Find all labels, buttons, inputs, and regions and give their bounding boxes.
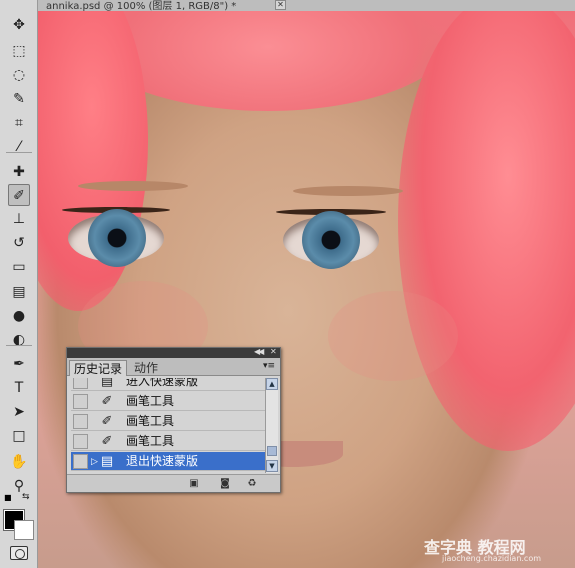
eyebrow bbox=[293, 186, 403, 196]
lasso-tool-icon[interactable]: ◌ bbox=[8, 64, 30, 86]
clone-stamp-tool-icon[interactable]: ⊥ bbox=[8, 208, 30, 230]
close-document-button[interactable]: ✕ bbox=[275, 0, 286, 10]
history-state-row[interactable]: ✐ 画笔工具 bbox=[71, 392, 265, 411]
move-tool-icon[interactable]: ✥ bbox=[8, 14, 30, 36]
new-document-from-state-icon[interactable]: ▣ bbox=[187, 477, 201, 490]
history-scrollbar[interactable]: ▲ ▼ bbox=[265, 378, 278, 473]
iris-right bbox=[302, 211, 360, 269]
close-panel-icon[interactable]: ✕ bbox=[270, 347, 277, 356]
eyebrow bbox=[78, 181, 188, 191]
quick-selection-tool-icon[interactable]: ✎ bbox=[8, 88, 30, 110]
healing-brush-tool-icon[interactable]: ✚ bbox=[8, 161, 30, 183]
panel-tabs: 历史记录 动作 ▾≡ bbox=[67, 358, 280, 376]
history-state-row[interactable]: ✐ 画笔工具 bbox=[71, 432, 265, 451]
pen-tool-icon[interactable]: ✒ bbox=[8, 353, 30, 375]
gradient-tool-icon[interactable]: ▤ bbox=[8, 281, 30, 303]
brush-step-icon: ✐ bbox=[101, 394, 113, 409]
history-brush-tool-icon[interactable]: ↺ bbox=[8, 232, 30, 254]
watermark-url: jiaocheng.chazidian.com bbox=[442, 554, 542, 563]
brush-step-icon: ✐ bbox=[101, 414, 113, 429]
history-state-row[interactable]: ▤ 进入快速蒙版 bbox=[71, 378, 265, 391]
history-brush-source-checkbox[interactable] bbox=[73, 378, 88, 389]
history-brush-source-checkbox[interactable] bbox=[73, 454, 88, 469]
history-brush-source-checkbox[interactable] bbox=[73, 394, 88, 409]
new-snapshot-icon[interactable]: ◙ bbox=[218, 477, 232, 490]
tools-panel: ✥ ⬚ ◌ ✎ ⌗ ⁄ ✚ ✐ ⊥ ↺ ▭ ▤ ● ◐ ✒ T ➤ □ ✋ ⚲ ■ ⇆ bbox=[0, 0, 38, 568]
toolbar-separator bbox=[6, 152, 32, 153]
swap-colors-icon[interactable]: ⇆ bbox=[22, 492, 30, 502]
quick-mask-button[interactable] bbox=[10, 546, 28, 560]
blur-tool-icon[interactable]: ● bbox=[8, 305, 30, 327]
history-state-label: 进入快速蒙版 bbox=[126, 378, 199, 388]
collapse-panel-icon[interactable]: ◀◀ bbox=[254, 347, 264, 356]
eraser-tool-icon[interactable]: ▭ bbox=[8, 256, 30, 278]
type-tool-icon[interactable]: T bbox=[8, 377, 30, 399]
dodge-tool-icon[interactable]: ◐ bbox=[8, 329, 30, 351]
watermark: 查字典 教程网 jiaocheng.chazidian.com bbox=[420, 534, 570, 566]
hand-tool-icon[interactable]: ✋ bbox=[8, 451, 30, 473]
snapshot-step-icon: ▤ bbox=[100, 454, 114, 469]
scroll-down-button[interactable]: ▼ bbox=[266, 460, 278, 472]
cheek-region bbox=[328, 291, 458, 381]
crop-tool-icon[interactable]: ⌗ bbox=[8, 112, 30, 134]
history-state-row[interactable]: ▷ ▤ 退出快速蒙版 bbox=[71, 452, 265, 471]
tab-actions[interactable]: 动作 bbox=[130, 360, 162, 376]
iris-left bbox=[88, 209, 146, 267]
panel-menu-icon[interactable]: ▾≡ bbox=[263, 361, 275, 371]
hair-region bbox=[38, 11, 148, 311]
scrollbar-thumb[interactable] bbox=[267, 446, 277, 456]
brush-tool-icon[interactable]: ✐ bbox=[8, 184, 30, 206]
tab-history[interactable]: 历史记录 bbox=[69, 360, 128, 376]
history-state-label: 画笔工具 bbox=[126, 434, 175, 448]
delete-state-icon[interactable]: ♻ bbox=[245, 477, 259, 490]
brush-step-icon: ✐ bbox=[101, 434, 113, 449]
eyedropper-tool-icon[interactable]: ⁄ bbox=[8, 136, 30, 158]
document-title: annika.psd @ 100% (图层 1, RGB/8") * bbox=[46, 1, 237, 11]
snapshot-step-icon: ▤ bbox=[100, 378, 114, 389]
shape-tool-icon[interactable]: □ bbox=[8, 425, 30, 447]
panel-titlebar[interactable]: ◀◀ ✕ bbox=[67, 347, 280, 358]
history-brush-source-checkbox[interactable] bbox=[73, 434, 88, 449]
toolbar-separator bbox=[6, 345, 32, 346]
path-selection-tool-icon[interactable]: ➤ bbox=[8, 401, 30, 423]
history-state-label: 画笔工具 bbox=[126, 394, 175, 408]
history-brush-source-checkbox[interactable] bbox=[73, 414, 88, 429]
default-colors-icon[interactable]: ■ bbox=[4, 493, 13, 502]
marquee-tool-icon[interactable]: ⬚ bbox=[8, 40, 30, 62]
history-list: ▤ 进入快速蒙版 ✐ 画笔工具 ✐ 画笔工具 ✐ 画笔工具 ▷ ▤ 退出快速蒙版 bbox=[71, 378, 265, 472]
history-state-label: 画笔工具 bbox=[126, 414, 175, 428]
scroll-up-button[interactable]: ▲ bbox=[266, 378, 278, 390]
history-state-row[interactable]: ✐ 画笔工具 bbox=[71, 412, 265, 431]
history-state-label: 退出快速蒙版 bbox=[126, 454, 199, 468]
background-color-swatch[interactable] bbox=[14, 520, 34, 540]
panel-footer: ▣ ◙ ♻ bbox=[67, 474, 280, 492]
hair-region bbox=[398, 11, 575, 451]
history-panel: ◀◀ ✕ 历史记录 动作 ▾≡ ▤ 进入快速蒙版 ✐ 画笔工具 ✐ 画笔工具 ✐ 画笔工具 ▷ ▤… bbox=[66, 347, 281, 493]
document-tab[interactable]: annika.psd @ 100% (图层 1, RGB/8") * ✕ bbox=[38, 0, 575, 11]
